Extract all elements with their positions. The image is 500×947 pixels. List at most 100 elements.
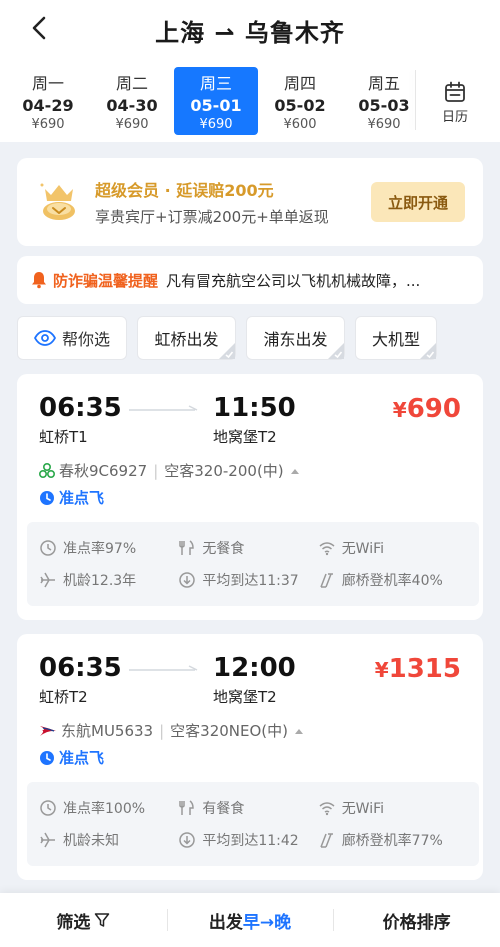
route-title: 上海 ⇀ 乌鲁木齐	[155, 18, 345, 47]
help-choose-label: 帮你选	[61, 330, 110, 349]
bridge-rate-text: 廊桥登机率77%	[341, 833, 443, 849]
ontime-rate: 准点率97%	[39, 538, 178, 558]
back-arrow-icon[interactable]	[26, 14, 54, 42]
date-price: ¥600	[283, 117, 317, 132]
departure-airport: 虹桥T1	[39, 428, 88, 446]
date-cell[interactable]: 周四 05-02 ¥600	[258, 67, 342, 135]
member-subtitle: 享贵宾厅+订票减200元+单单返现	[95, 208, 329, 226]
member-banner[interactable]: 超级会员 · 延误赔200元 享贵宾厅+订票减200元+单单返现 立即开通	[17, 158, 483, 246]
price-value: 1315	[388, 654, 461, 684]
activate-member-button[interactable]: 立即开通	[371, 182, 465, 222]
help-choose-chip[interactable]: 帮你选	[17, 316, 127, 360]
flight-card[interactable]: 06:35 虹桥T2 12:00 地窝堡T2 ¥1315 东航MU5633 | …	[17, 634, 483, 880]
wifi-text: 无WiFi	[341, 801, 385, 817]
date-selector: 周一 04-29 ¥690 周二 04-30 ¥690 周三 05-01 ¥69…	[0, 60, 500, 142]
pudong-departure-chip[interactable]: 浦东出发	[246, 316, 345, 360]
departure-time: 06:35	[39, 653, 122, 683]
price-sort-button[interactable]: 价格排序	[333, 893, 500, 947]
aircraft-type: 空客320-200(中)	[164, 462, 284, 480]
date-day: 05-01	[190, 96, 242, 115]
caret-up-icon[interactable]	[294, 727, 304, 735]
caret-up-icon[interactable]	[290, 467, 300, 475]
date-price: ¥690	[31, 117, 65, 132]
date-cell[interactable]: 周五 05-03 ¥690	[342, 67, 426, 135]
airline-separator: |	[153, 461, 159, 480]
bridge-icon	[319, 833, 333, 848]
fraud-notice[interactable]: 防诈骗温馨提醒 凡有冒充航空公司以飞机机械故障，...	[17, 256, 483, 304]
date-price: ¥690	[199, 117, 233, 132]
large-aircraft-chip[interactable]: 大机型	[355, 316, 437, 360]
notice-text: 凡有冒充航空公司以飞机机械故障，...	[166, 271, 421, 290]
ontime-badge-icon	[40, 490, 54, 505]
date-weekday: 周三	[199, 74, 232, 93]
ontime-label: 准点飞	[59, 489, 105, 507]
large-aircraft-label: 大机型	[371, 330, 420, 349]
hongqiao-departure-chip[interactable]: 虹桥出发	[137, 316, 236, 360]
wifi-info: 无WiFi	[318, 798, 467, 818]
date-price: ¥690	[115, 117, 149, 132]
calendar-button[interactable]: 日历	[420, 72, 490, 132]
bridge-rate: 廊桥登机率77%	[318, 830, 467, 850]
arrival-airport: 地窝堡T2	[213, 428, 277, 446]
aircraft-age: 机龄12.3年	[39, 570, 178, 590]
date-day: 04-29	[22, 96, 74, 115]
ontime-label: 准点飞	[59, 749, 105, 767]
clock-icon	[40, 800, 56, 816]
route-arrow-icon	[129, 665, 198, 671]
arrival-time: 12:00	[213, 653, 296, 683]
arrival-airport: 地窝堡T2	[213, 688, 277, 706]
average-arrival: 平均到达11:42	[178, 830, 317, 850]
flight-details: 准点率97% 无餐食 无WiFi 机龄12.3年 平均到达11:37 廊桥登机率…	[27, 522, 479, 606]
check-corner-icon	[420, 343, 436, 359]
top-header: 上海 ⇀ 乌鲁木齐	[0, 0, 500, 60]
flight-price: ¥690	[393, 394, 461, 424]
price-sort-label: 价格排序	[382, 912, 451, 933]
date-cell-selected[interactable]: 周三 05-01 ¥690	[174, 67, 258, 135]
date-weekday: 周一	[31, 74, 64, 93]
crown-badge-icon	[40, 183, 75, 220]
ontime-rate: 准点率100%	[39, 798, 178, 818]
date-weekday: 周二	[115, 74, 148, 93]
quick-filters: 帮你选 虹桥出发 浦东出发 大机型	[17, 316, 483, 360]
average-arrival-text: 平均到达11:37	[202, 573, 299, 589]
date-day: 05-02	[274, 96, 326, 115]
calendar-label: 日历	[441, 109, 468, 125]
filter-button[interactable]: 筛选	[0, 893, 167, 947]
utensils-icon	[179, 540, 195, 555]
ontime-rate-text: 准点率97%	[63, 541, 137, 557]
ontime-badge-icon	[40, 750, 54, 765]
flight-price: ¥1315	[375, 654, 461, 684]
date-price: ¥690	[367, 117, 401, 132]
filter-label: 筛选	[56, 912, 91, 933]
arrival: 11:50 地窝堡T2	[213, 394, 343, 447]
wifi-info: 无WiFi	[318, 538, 467, 558]
check-corner-icon	[328, 343, 344, 359]
meal-text: 无餐食	[202, 541, 245, 557]
date-cell[interactable]: 周一 04-29 ¥690	[6, 67, 90, 135]
average-arrival-text: 平均到达11:42	[202, 833, 299, 849]
date-day: 05-03	[358, 96, 410, 115]
arrival: 12:00 地窝堡T2	[213, 654, 343, 707]
check-corner-icon	[219, 343, 235, 359]
departure: 06:35 虹桥T1	[39, 394, 129, 447]
arrow-down-circle-icon	[179, 572, 196, 588]
funnel-icon	[95, 913, 110, 927]
date-weekday: 周五	[367, 74, 400, 93]
plane-icon	[40, 572, 55, 588]
clock-icon	[40, 540, 56, 556]
flight-card[interactable]: 06:35 虹桥T1 11:50 地窝堡T2 ¥690 春秋9C6927 | 空…	[17, 374, 483, 620]
plane-icon	[40, 832, 55, 848]
departure-sort-button[interactable]: 出发 早→晚	[166, 893, 334, 947]
wifi-icon	[319, 542, 335, 556]
notice-title: 防诈骗温馨提醒	[53, 271, 159, 290]
bottom-sort-bar: 筛选 出发 早→晚 价格排序	[0, 893, 500, 947]
aircraft-type: 空客320NEO(中)	[170, 722, 289, 740]
date-cell[interactable]: 周二 04-30 ¥690	[90, 67, 174, 135]
aircraft-age: 机龄未知	[39, 830, 178, 850]
main-content: 超级会员 · 延误赔200元 享贵宾厅+订票减200元+单单返现 立即开通 防诈…	[0, 142, 500, 880]
member-text: 超级会员 · 延误赔200元 享贵宾厅+订票减200元+单单返现	[95, 177, 371, 227]
flight-details: 准点率100% 有餐食 无WiFi 机龄未知 平均到达11:42 廊桥登机率77…	[27, 782, 479, 866]
price-currency: ¥	[392, 398, 407, 422]
departure-time: 06:35	[39, 393, 122, 423]
average-arrival: 平均到达11:37	[178, 570, 317, 590]
